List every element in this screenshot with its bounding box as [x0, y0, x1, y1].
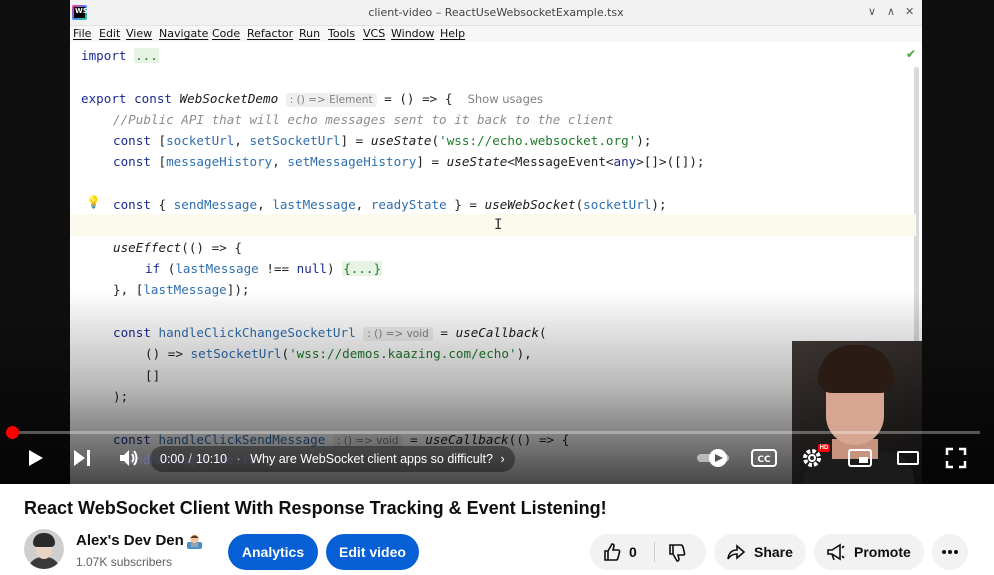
- ide-window-title: client-video – ReactUseWebsocketExample.…: [368, 6, 624, 19]
- dislike-icon[interactable]: [667, 543, 687, 563]
- text-cursor-icon: I: [494, 217, 503, 233]
- code-line-close-callback: );: [113, 389, 129, 404]
- more-horizontal-icon: [942, 550, 958, 554]
- like-icon[interactable]: [602, 542, 622, 562]
- minimize-icon: ∨: [868, 5, 877, 18]
- code-line-socket-url: const [socketUrl, setSocketUrl] = useSta…: [113, 133, 652, 148]
- menu-help: Help: [440, 27, 466, 40]
- code-line-change-url-handler: const handleClickChangeSocketUrl : () =>…: [113, 325, 547, 341]
- code-line-use-websocket: const { sendMessage, lastMessage, readyS…: [113, 197, 667, 212]
- menu-vcs: VCS: [363, 27, 386, 40]
- svg-text:CC: CC: [757, 455, 771, 465]
- code-line-use-effect: useEffect(() => {: [113, 240, 242, 255]
- time-current: 0:00: [160, 452, 185, 466]
- miniplayer-icon[interactable]: [848, 448, 872, 468]
- video-title: React WebSocket Client With Response Tra…: [24, 498, 607, 518]
- scrubber-handle[interactable]: [6, 426, 19, 439]
- progress-bar[interactable]: [12, 431, 980, 434]
- like-dislike-group: 0: [590, 534, 706, 570]
- technologist-emoji-icon: [187, 534, 202, 549]
- promote-icon: [827, 543, 845, 561]
- promote-label: Promote: [854, 544, 911, 560]
- menu-refactor: Refactor: [247, 27, 294, 40]
- menu-window: Window: [391, 27, 435, 40]
- like-count: 0: [629, 544, 637, 560]
- code-line-message-history: const [messageHistory, setMessageHistory…: [113, 154, 705, 169]
- code-line-effect-deps: }, [lastMessage]);: [113, 282, 250, 297]
- menu-file: File: [73, 27, 92, 40]
- ide-menubar: File Edit View Navigate Code Refactor Ru…: [70, 26, 922, 42]
- menu-tools: Tools: [328, 27, 356, 40]
- close-icon: ✕: [905, 5, 915, 18]
- share-button[interactable]: Share: [714, 534, 806, 570]
- menu-edit: Edit: [99, 27, 121, 40]
- channel-avatar[interactable]: [24, 529, 64, 569]
- menu-navigate: Navigate: [159, 27, 209, 40]
- chapter-title: Why are WebSocket client apps so difficu…: [250, 452, 493, 466]
- menu-view: View: [126, 27, 153, 40]
- hd-badge: HD: [818, 444, 830, 452]
- code-line-deps-array: []: [145, 368, 161, 383]
- time-and-chapter[interactable]: 0:00/10:10 · Why are WebSocket client ap…: [150, 446, 515, 472]
- more-actions-button[interactable]: [932, 534, 968, 570]
- time-total: 10:10: [195, 452, 228, 466]
- share-label: Share: [754, 544, 793, 560]
- lightbulb-icon: 💡: [86, 195, 101, 209]
- promote-button[interactable]: Promote: [814, 534, 924, 570]
- video-player[interactable]: WS client-video – ReactUseWebsocketExamp…: [0, 0, 994, 484]
- play-icon[interactable]: [24, 447, 46, 469]
- captions-icon[interactable]: CC: [751, 448, 777, 468]
- divider: [654, 542, 655, 562]
- fullscreen-icon[interactable]: [945, 447, 967, 469]
- code-line-component: export const WebSocketDemo : () => Eleme…: [81, 91, 543, 107]
- inspection-ok-icon: ✔: [906, 47, 917, 61]
- theater-mode-icon[interactable]: [897, 450, 919, 466]
- code-line-set-socket-url: () => setSocketUrl('wss://demos.kaazing.…: [145, 346, 532, 361]
- maximize-icon: ∧: [887, 5, 896, 18]
- menu-code: Code: [212, 27, 241, 40]
- time-separator: /: [188, 452, 192, 466]
- ide-titlebar: WS client-video – ReactUseWebsocketExamp…: [70, 0, 922, 26]
- current-line-highlight: [70, 214, 916, 236]
- analytics-button[interactable]: Analytics: [228, 534, 318, 570]
- autoplay-toggle[interactable]: [696, 448, 730, 468]
- next-icon[interactable]: [72, 448, 92, 468]
- code-line-if: if (lastMessage !== null) {...}: [145, 261, 383, 276]
- edit-video-button[interactable]: Edit video: [326, 534, 419, 570]
- chevron-right-icon: ›: [500, 452, 505, 466]
- subscriber-count: 1.07K subscribers: [76, 555, 173, 569]
- menu-run: Run: [299, 27, 321, 40]
- code-line-comment: //Public API that will echo messages sen…: [113, 112, 614, 127]
- code-line-import: import ...: [81, 48, 159, 63]
- video-info: React WebSocket Client With Response Tra…: [0, 484, 994, 575]
- channel-name[interactable]: Alex's Dev Den: [76, 532, 184, 549]
- share-icon: [727, 544, 746, 560]
- volume-icon[interactable]: [118, 447, 140, 469]
